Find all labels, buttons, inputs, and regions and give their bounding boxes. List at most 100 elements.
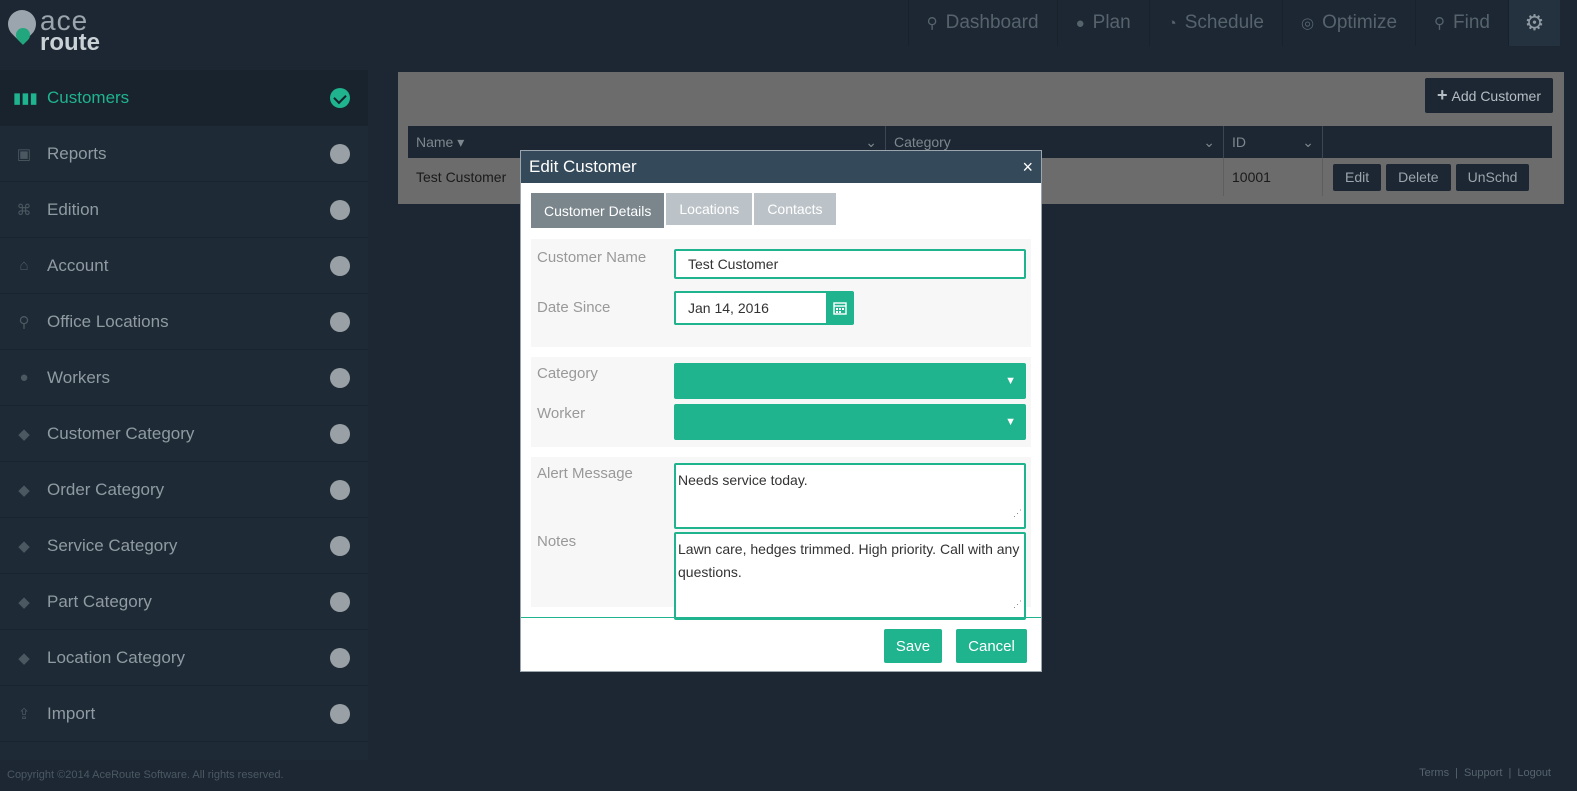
category-select[interactable]: ▼ — [674, 363, 1026, 399]
dropdown-arrow-icon: ▼ — [1005, 375, 1016, 387]
sidebar-item-label: Service Category — [47, 535, 178, 555]
nav-label: Optimize — [1322, 12, 1398, 33]
settings-button[interactable]: ⚙ — [1508, 0, 1560, 46]
tab-locations[interactable]: Locations — [666, 193, 753, 225]
column-header-label: Category — [894, 134, 951, 150]
status-check-icon — [330, 88, 350, 108]
sidebar-item-order-category[interactable]: ◆ Order Category — [0, 462, 368, 518]
sidebar-item-service-category[interactable]: ◆ Service Category — [0, 518, 368, 574]
footer-links: Terms | Support | Logout — [1419, 767, 1551, 779]
nav-label: Plan — [1092, 12, 1131, 33]
gear-icon: ⚙ — [1524, 10, 1545, 35]
calendar-icon — [833, 302, 847, 315]
tag-icon: ◆ — [18, 593, 30, 611]
sidebar-item-part-category[interactable]: ◆ Part Category — [0, 574, 368, 630]
resize-grip-icon[interactable]: ⋰ — [1013, 593, 1022, 616]
terms-link[interactable]: Terms — [1419, 767, 1449, 779]
close-icon[interactable]: × — [1022, 157, 1033, 178]
status-dot-icon — [330, 704, 350, 724]
unschedule-button[interactable]: UnSchd — [1455, 163, 1530, 191]
sidebar-item-location-category[interactable]: ◆ Location Category — [0, 630, 368, 686]
sidebar-item-workers[interactable]: ● Workers — [0, 350, 368, 406]
logout-link[interactable]: Logout — [1517, 767, 1551, 779]
sidebar-item-customer-category[interactable]: ◆ Customer Category — [0, 406, 368, 462]
tab-contacts[interactable]: Contacts — [754, 193, 836, 225]
chevron-down-icon: ⌄ — [865, 133, 877, 150]
sidebar-item-edition[interactable]: ⌘ Edition — [0, 182, 368, 238]
resize-grip-icon[interactable]: ⋰ — [1013, 502, 1022, 525]
customer-name-field[interactable] — [674, 249, 1026, 279]
person-icon: ● — [19, 369, 29, 386]
sidebar-item-label: Office Locations — [47, 311, 169, 331]
edit-customer-dialog: Edit Customer × Customer Details Locatio… — [520, 150, 1042, 672]
sidebar-item-label: Import — [47, 703, 96, 723]
assignment-section: Category ▼ Worker ▼ — [531, 357, 1031, 447]
nav-optimize[interactable]: ◎ Optimize — [1281, 0, 1415, 46]
column-header-actions — [1323, 126, 1552, 158]
notes-label: Notes — [537, 533, 577, 550]
date-since-field[interactable] — [674, 291, 826, 325]
dialog-title: Edit Customer — [529, 157, 637, 176]
sidebar-item-label: Location Category — [47, 647, 185, 667]
worker-label: Worker — [537, 405, 586, 422]
nav-plan[interactable]: ● Plan — [1056, 0, 1149, 46]
worker-select[interactable]: ▼ — [674, 404, 1026, 440]
sidebar-item-label: Edition — [47, 199, 99, 219]
support-link[interactable]: Support — [1464, 767, 1503, 779]
aceroute-logo[interactable]: ace route — [2, 4, 106, 56]
sidebar-item-label: Workers — [47, 367, 110, 387]
reports-icon: ▣ — [16, 145, 32, 163]
nav-schedule[interactable]: ◔ Schedule — [1148, 0, 1282, 46]
nav-find[interactable]: ⚲ Find — [1415, 0, 1508, 46]
column-header-id[interactable]: ID ⌄ — [1224, 126, 1323, 158]
status-dot-icon — [330, 480, 350, 500]
dialog-footer-divider — [521, 617, 1041, 618]
sidebar-item-label: Account — [47, 255, 109, 275]
nav-label: Dashboard — [945, 12, 1039, 33]
notes-text: Lawn care, hedges trimmed. High priority… — [678, 541, 1020, 580]
sidebar-item-label: Part Category — [47, 591, 152, 611]
tag-icon: ◆ — [18, 649, 30, 667]
customer-name-label: Customer Name — [537, 249, 647, 266]
sidebar-item-label: Customers — [47, 87, 130, 107]
search-icon: ⚲ — [1434, 15, 1446, 32]
cancel-button[interactable]: Cancel — [956, 629, 1027, 663]
save-button[interactable]: Save — [884, 629, 942, 663]
sidebar: ▮▮▮ Customers ▣ Reports ⌘ Edition ⌂ Account … — [0, 70, 368, 760]
sidebar-item-office-locations[interactable]: ⚲ Office Locations — [0, 294, 368, 350]
status-dot-icon — [330, 368, 350, 388]
add-customer-label: Add Customer — [1451, 87, 1541, 104]
basic-info-section: Customer Name Date Since — [531, 239, 1031, 347]
nav-label: Find — [1453, 12, 1490, 33]
sidebar-item-label: Customer Category — [47, 423, 195, 443]
delete-button[interactable]: Delete — [1386, 163, 1451, 191]
edit-button[interactable]: Edit — [1333, 163, 1382, 191]
calendar-button[interactable] — [826, 291, 854, 325]
sidebar-item-import[interactable]: ⇪ Import — [0, 686, 368, 742]
target-icon: ◎ — [1300, 15, 1315, 32]
person-icon: ● — [1075, 14, 1085, 32]
add-customer-button[interactable]: + Add Customer — [1425, 78, 1553, 113]
sidebar-item-customers[interactable]: ▮▮▮ Customers — [0, 70, 368, 126]
notes-section: Alert Message Needs service today. ⋰ Note… — [531, 457, 1031, 620]
alert-message-label: Alert Message — [537, 465, 633, 482]
import-icon: ⇪ — [17, 705, 31, 723]
sidebar-item-label: Order Category — [47, 479, 165, 499]
status-dot-icon — [330, 144, 350, 164]
sidebar-item-account[interactable]: ⌂ Account — [0, 238, 368, 294]
status-dot-icon — [330, 256, 350, 276]
status-dot-icon — [330, 648, 350, 668]
alert-message-field[interactable]: Needs service today. ⋰ — [674, 463, 1026, 529]
logo-text-bottom: route — [40, 29, 100, 56]
sidebar-item-reports[interactable]: ▣ Reports — [0, 126, 368, 182]
dialog-tabs: Customer Details Locations Contacts — [531, 193, 836, 228]
nav-dashboard[interactable]: ⚲ Dashboard — [907, 0, 1057, 46]
clock-icon: ◔ — [1167, 14, 1177, 32]
divider: | — [1455, 767, 1458, 779]
chevron-down-icon: ⌄ — [1302, 133, 1314, 150]
date-since-label: Date Since — [537, 299, 611, 316]
notes-field[interactable]: Lawn care, hedges trimmed. High priority… — [674, 532, 1026, 620]
column-header-label: ID — [1232, 134, 1246, 150]
tab-customer-details[interactable]: Customer Details — [531, 193, 665, 228]
main-nav: ⚲ Dashboard ● Plan ◔ Schedule ◎ Optimize ⚲ Fi… — [907, 0, 1560, 46]
